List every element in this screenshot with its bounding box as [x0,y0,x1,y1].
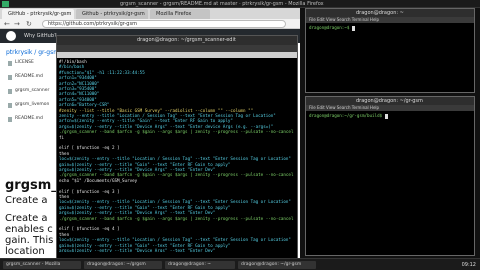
code-line: zenity --entry --title "Location / Sessi… [59,113,276,118]
file-link[interactable]: README.md [15,116,43,121]
shell-prompt: dragon@dragon:~/gr-gsm/build$ [309,113,388,119]
code-line: args=$(zenity --entry --title "Device Ar… [59,167,216,172]
terminal-titlebar[interactable]: dragon@dragon: ~ [306,9,474,17]
terminal-title: dragon@dragon: ~/grgsm_scanner-edit [137,37,236,43]
code-line: #function="$1" -h1 :11:22:33:44:55 [59,69,145,75]
code-line: gain=$(zenity --entry --title "Gain" --t… [59,161,231,167]
file-link[interactable]: grgsm_scanner [15,88,49,93]
app-menu-icon[interactable] [2,1,9,7]
file-link[interactable]: LICENSE [15,60,34,65]
readme-line: location [5,246,45,257]
terminal-titlebar[interactable]: dragon@dragon: ~/gr-gsm [306,97,474,105]
code-line: args=$(zenity --entry --title "Device Ar… [59,210,216,216]
cursor [351,25,355,31]
code-line: then [59,194,70,199]
code-line: elif [ $function -eq 2 ] [59,145,120,151]
code-line: loc=$(zenity --entry --title "Location /… [59,156,291,162]
code-line: arfcn1="934400" [59,75,97,81]
terminal-body[interactable]: GNU nano 2.9.3 /root/grgsm_scanner.sh #!… [57,52,297,252]
file-icon [8,117,12,122]
nano-header: GNU nano 2.9.3 /root/grgsm_scanner.sh [57,52,297,68]
code-line: gain=$(zenity --entry --title "Gain" --t… [59,242,231,248]
file-icon [8,61,12,66]
code-line: then [59,231,70,237]
file-icon [8,103,12,108]
file-icon [8,89,12,94]
repo-title[interactable]: ptrkrysik / gr-gsm [6,49,59,56]
terminal-window[interactable]: dragon@dragon: ~/grgsm_scanner-edit File… [56,35,298,260]
code-line: #/bin/bash [59,64,85,70]
file-icon [8,75,12,80]
terminal-title: dragon@dragon: ~/gr-gsm [356,98,423,104]
code-line: #zenity --list --title "Basic GSM Survey… [59,107,254,113]
github-logo-icon[interactable] [6,31,16,41]
code-line: loc=$(zenity --entry --title "Location /… [59,199,291,205]
terminal-menubar: File Edit View Search Terminal Help [57,45,297,62]
code-line: args=$(zenity --entry --title "Device Ar… [59,123,274,129]
code-line: arfcn=$(zenity --entry --title "Gain" --… [59,118,233,124]
back-icon[interactable]: ← [4,20,10,28]
top-panel: grgsm_scanner - grgsm/README.md at maste… [0,0,480,8]
taskbar-item-terminal-2[interactable]: dragon@dragon: ~ [165,261,235,269]
code-line: arfcn4="NC11000" [59,91,100,97]
code-line: echo "$1" /Documents/GSM_Survey [59,177,138,183]
terminal-window-3[interactable]: dragon@dragon: ~/gr-gsm File Edit View S… [305,96,475,256]
forward-icon[interactable]: → [14,20,20,28]
browser-tab-2[interactable]: Github - ptrkrysik/gr-gsm [76,9,148,19]
clock: 09:12 [461,262,476,268]
terminal-titlebar[interactable]: dragon@dragon: ~/grgsm_scanner-edit [57,36,297,45]
terminal-title: dragon@dragon: ~ [356,10,404,16]
why-github-link[interactable]: Why GitHub? [24,31,57,41]
code-line: args=$(zenity --entry --title "Device Ar… [59,248,216,252]
file-link[interactable]: README.md [15,74,43,79]
terminal-menubar[interactable]: File Edit View Search Terminal Help [306,17,474,23]
taskbar-item-terminal-1[interactable]: dragon@dragon: ~/grgsm [84,261,162,269]
taskbar: grgsm_scanner - Mozilla dragon@dragon: ~… [0,258,480,270]
readme-line: gain. This [5,235,54,246]
code-line: then [59,150,70,156]
readme-line: Create a [5,195,48,206]
taskbar-item-terminal-3[interactable]: dragon@dragon: ~/gr-gsm [238,261,316,269]
code-line: arfcn3="935400" [59,86,97,91]
url-bar[interactable]: https://github.com/ptrkrysik/gr-gsm [42,20,286,28]
shell-prompt: dragon@dragon:~$ [309,25,355,31]
code-line: elif [ $function -eq 3 ] [59,188,120,194]
readme-line: enables c [5,224,53,235]
browser-tab-3[interactable]: Mozilla Firefox [150,9,210,19]
code-line: elif [ $function -eq 4 ] [59,226,120,232]
code-line: arfcn2="NC11000" [59,80,100,86]
readme-line: Create a [5,213,48,224]
code-line: arfcn5="934800" [59,96,97,102]
code-line: loc=$(zenity --entry --title "Location /… [59,237,291,243]
code-line: arfcn6="Battery-CSR" [59,102,110,108]
terminal-menubar[interactable]: File Edit View Search Terminal Help [306,105,474,111]
reload-icon[interactable]: ↻ [26,20,32,28]
code-line: ./grgsm_scanner --band $arfcn -g $gain -… [59,172,294,178]
tab-strip: GitHub - ptrkrysik/gr-gsm Github - ptrkr… [0,8,300,19]
file-link[interactable]: grgsm_livemon [15,102,49,107]
terminal-window-2[interactable]: dragon@dragon: ~ File Edit View Search T… [305,8,475,93]
taskbar-item-firefox[interactable]: grgsm_scanner - Mozilla [3,261,81,269]
cursor [384,113,388,119]
nav-bar: ← → ↻ https://github.com/ptrkrysik/gr-gs… [0,19,300,29]
window-title: grgsm_scanner - grgsm/README.md at maste… [120,1,324,7]
code-line: ./grgsm_scanner --band $arfcn -g $gain -… [59,129,294,135]
code-line: ./grgsm_scanner --band $arfcn -g $gain -… [59,215,294,221]
code-line: fi [59,134,65,140]
code-line: #!/bin/bash [59,59,87,64]
code-line: gain=$(zenity --entry --title "Gain" --t… [59,204,231,210]
browser-tab-1[interactable]: GitHub - ptrkrysik/gr-gsm [2,9,74,19]
